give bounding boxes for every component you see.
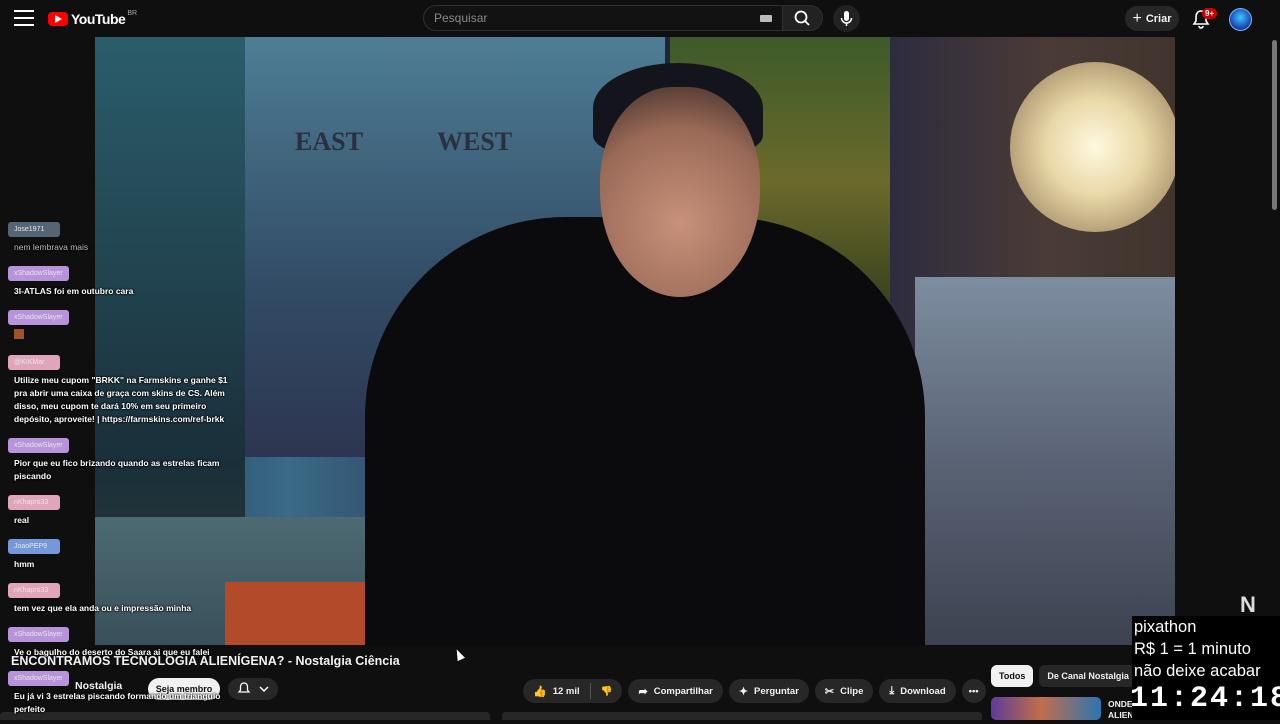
share-icon: ➦ [638, 685, 648, 698]
scissors-icon: ✂ [824, 685, 835, 698]
microphone-icon [840, 11, 853, 26]
video-actions: 👍 12 mil 👎 ➦ Compartilhar ✦ Perguntar ✂ … [523, 679, 986, 703]
voice-search-button[interactable] [833, 5, 860, 32]
chat-text: tem vez que ela anda ou e impressão minh… [14, 603, 192, 613]
search-icon [794, 10, 810, 26]
recommendation-filters: Todos De Canal Nostalgia [991, 665, 1137, 687]
chat-username: nKhapro33 [8, 495, 60, 510]
chat-message: @KIKMar Utilize meu cupom "BRKK" na Farm… [8, 351, 236, 426]
chat-text: Pior que eu fico brizando quando as estr… [14, 458, 220, 481]
chat-text: Utilize meu cupom "BRKK" na Farmskins e … [14, 375, 228, 424]
chat-message: xShadowSlayer [8, 306, 236, 343]
scene-text-west: WEST [437, 127, 513, 156]
youtube-play-icon [48, 12, 68, 26]
chat-message: JoaoPEP9 hmm [8, 535, 236, 571]
country-code: BR [127, 9, 138, 17]
chat-username: nKhapro33 [8, 583, 60, 598]
video-player[interactable]: EAST WEST [95, 37, 1175, 645]
chat-text: hmm [14, 559, 35, 569]
overlay-line: R$ 1 = 1 minuto [1134, 640, 1251, 658]
search-button[interactable] [783, 5, 823, 31]
chat-text: Eu já vi 3 estrelas piscando formando um… [14, 691, 221, 714]
chat-text: Ve o bagulho do deserto do Saara ai que … [14, 647, 210, 657]
shelf [915, 277, 1175, 645]
keyboard-icon[interactable] [760, 15, 772, 22]
page-scrollbar[interactable] [1272, 40, 1277, 210]
subathon-timer: 11:24:18 [1130, 682, 1280, 716]
clip-button[interactable]: ✂ Clipe [814, 679, 874, 703]
menu-icon[interactable] [14, 10, 34, 26]
chat-username: xShadowSlayer [8, 438, 69, 453]
download-icon: ⤓ [889, 684, 895, 697]
plus-icon: + [1132, 9, 1142, 27]
chat-username: xShadowSlayer [8, 266, 69, 281]
like-count: 12 mil [552, 685, 580, 697]
more-icon: ••• [968, 685, 979, 697]
chat-username: @KIKMar [8, 355, 60, 370]
share-label: Compartilhar [653, 685, 713, 697]
chat-message: xShadowSlayer Pior que eu fico brizando … [8, 434, 236, 483]
share-button[interactable]: ➦ Compartilhar [628, 679, 723, 703]
ask-label: Perguntar [754, 685, 799, 697]
chat-text: 3I-ATLAS foi em outubro cara [14, 286, 134, 296]
chat-message: Jose1971 nem lembrava mais [8, 218, 236, 254]
mouse-cursor [453, 647, 465, 662]
chat-message: xShadowSlayer 3I-ATLAS foi em outubro ca… [8, 262, 236, 298]
overlay-line: não deixe acabar [1134, 662, 1261, 680]
create-button[interactable]: + Criar [1125, 6, 1179, 31]
chip-from-channel[interactable]: De Canal Nostalgia [1039, 665, 1137, 687]
chat-message: xShadowSlayer Ve o bagulho do deserto do… [8, 623, 236, 659]
like-button[interactable]: 👍 12 mil [523, 679, 590, 703]
ask-button[interactable]: ✦ Perguntar [728, 679, 809, 703]
chat-username: xShadowSlayer [8, 671, 69, 686]
chat-username: Jose1971 [8, 222, 60, 237]
recommended-video-thumbnail[interactable] [991, 697, 1101, 720]
sparkle-icon: ✦ [738, 685, 749, 698]
create-label: Criar [1145, 12, 1172, 25]
live-chat-overlay: Jose1971 nem lembrava mais xShadowSlayer… [8, 218, 236, 724]
scene-text-east: EAST [295, 127, 363, 156]
youtube-logo[interactable]: YouTube BR [48, 9, 138, 27]
chip-all[interactable]: Todos [991, 665, 1034, 687]
overlay-line: pixathon [1134, 618, 1197, 636]
top-bar: YouTube BR + Criar 9+ [0, 0, 1280, 37]
chat-message: nKhapro33 tem vez que ela anda ou e impr… [8, 579, 236, 615]
chat-message: xShadowSlayer Eu já vi 3 estrelas piscan… [8, 667, 236, 716]
chat-message: nKhapro33 real [8, 491, 236, 527]
video-watermark: N [1240, 592, 1256, 617]
chat-username: JoaoPEP9 [8, 539, 60, 554]
chat-text: real [14, 515, 30, 525]
notifications-badge: 9+ [1202, 8, 1218, 19]
search-input[interactable] [424, 6, 744, 30]
thumbs-up-icon: 👍 [533, 685, 547, 698]
like-dislike-group: 👍 12 mil 👎 [523, 679, 623, 703]
thumbs-down-icon: 👎 [600, 685, 613, 697]
more-actions-button[interactable]: ••• [961, 679, 986, 703]
account-avatar[interactable] [1229, 8, 1252, 31]
fan [1010, 62, 1175, 232]
chat-username: xShadowSlayer [8, 627, 69, 642]
download-button[interactable]: ⤓ Download [879, 679, 956, 703]
chat-emote [8, 325, 236, 343]
chat-text: nem lembrava mais [14, 242, 89, 252]
logo-text: YouTube [71, 11, 126, 27]
clip-label: Clipe [840, 685, 864, 697]
search-box [423, 5, 783, 31]
download-label: Download [900, 685, 946, 697]
chat-username: xShadowSlayer [8, 310, 69, 325]
dislike-button[interactable]: 👎 [591, 679, 623, 703]
